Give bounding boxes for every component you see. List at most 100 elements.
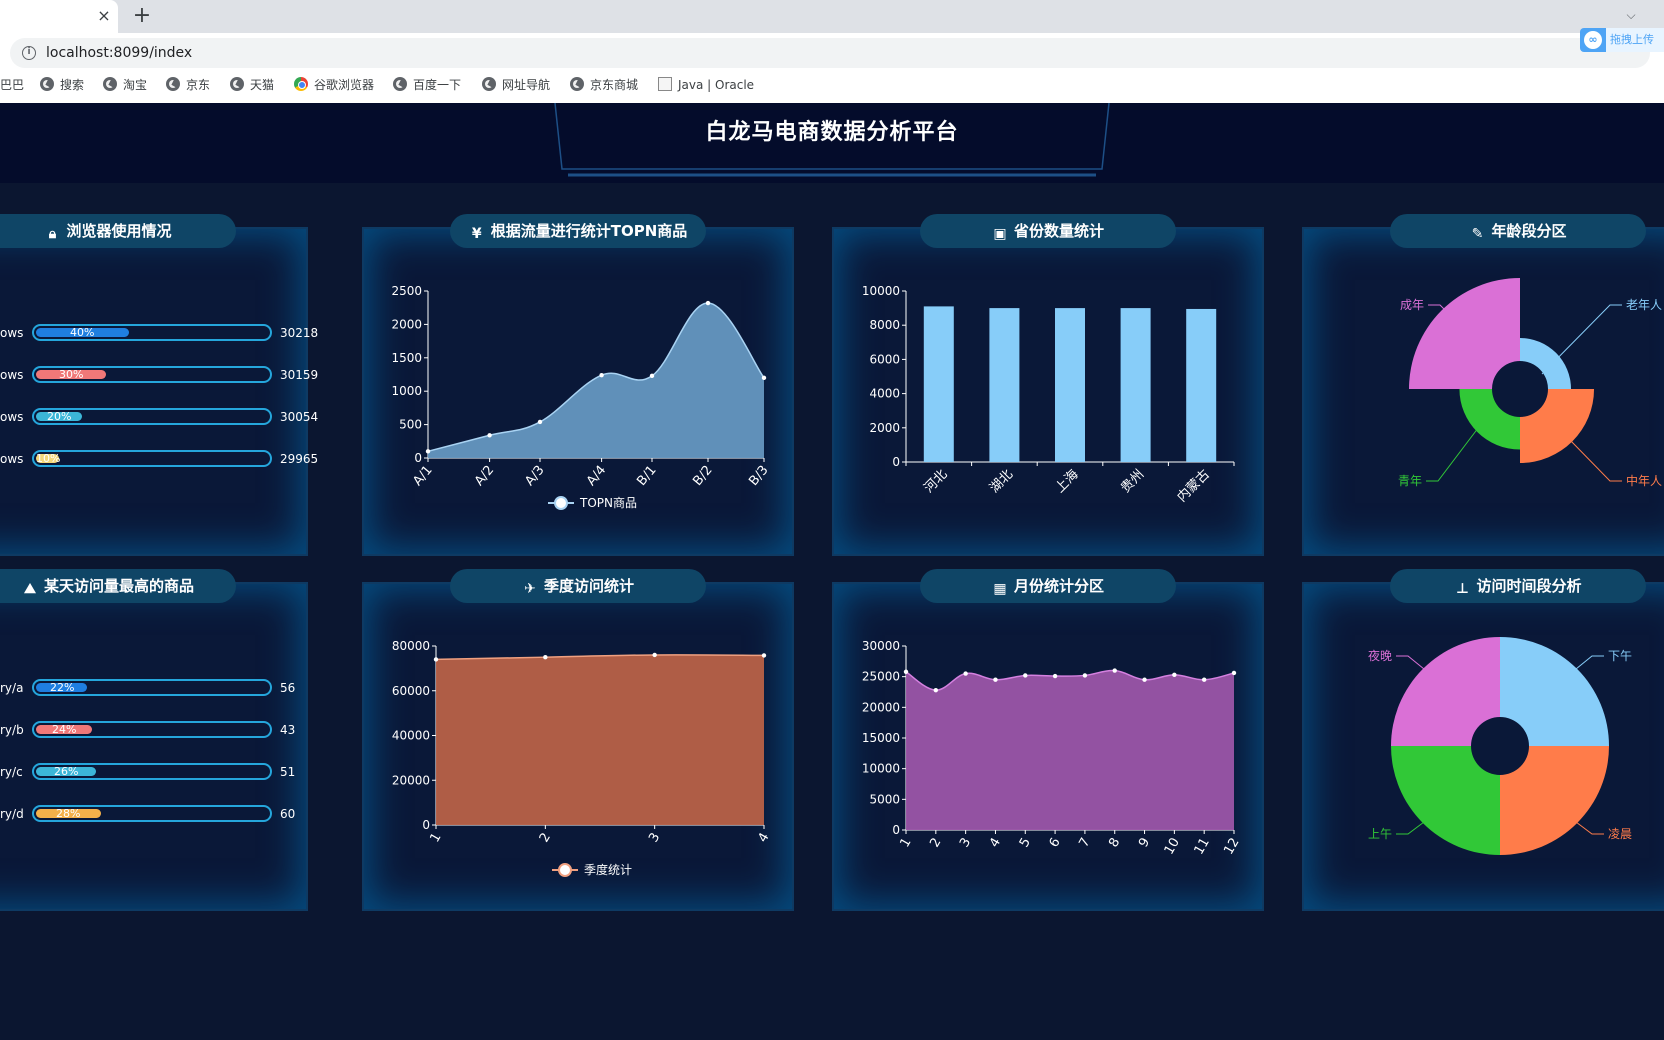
bookmark-label: 京东 [186, 78, 211, 92]
progress-value: 51 [280, 765, 296, 779]
new-tab-icon[interactable]: + [130, 4, 154, 28]
panel-head-browser-usage: 🔒︎ 浏览器使用情况 [0, 214, 236, 248]
site-info-icon[interactable]: i [22, 46, 36, 60]
area-fill [906, 670, 1234, 830]
bookmark-item[interactable]: 网址导航 [482, 76, 550, 94]
progress-value: 56 [280, 681, 296, 695]
globe-icon [230, 77, 244, 91]
bar [1055, 308, 1085, 462]
x-tick-label: A/3 [522, 463, 547, 489]
bookmark-item[interactable]: 百度一下 [393, 76, 461, 94]
globe-icon [482, 77, 496, 91]
label-leader-line [1568, 438, 1622, 482]
data-point [599, 372, 604, 378]
bookmark-item[interactable]: 淘宝 [103, 76, 147, 94]
x-tick-label: 11 [1192, 836, 1213, 858]
data-point [537, 419, 543, 425]
x-tick-label: 9 [1136, 836, 1153, 851]
panel-title: 访问时间段分析 [1476, 577, 1582, 595]
data-point [933, 687, 939, 693]
data-point [1201, 677, 1207, 682]
label-leader-line [1575, 655, 1604, 670]
data-point [543, 654, 548, 660]
url-path: :8099/index [108, 45, 193, 61]
bookmark-item[interactable]: 巴巴 [0, 76, 24, 94]
x-tick-label: 4 [756, 831, 773, 846]
y-tick-label: 2500 [391, 284, 422, 298]
upload-extension-badge[interactable]: ∞ 拖拽上传 [1580, 28, 1664, 52]
panel-title: 月份统计分区 [1013, 577, 1104, 595]
progress-label: ry/d [0, 807, 24, 821]
panel-time: 下午 凌晨 上午 夜晚 [1302, 582, 1664, 911]
progress-percent: 10% [36, 452, 61, 465]
pie-slice [1391, 746, 1500, 855]
upload-extension-label: 拖拽上传 [1606, 28, 1664, 52]
bookmark-label: Java | Oracle [678, 78, 755, 92]
label-leader-line [1575, 821, 1604, 835]
progress-label: ows [0, 326, 24, 340]
progress-row: ry/a 22% 56 [0, 678, 320, 698]
y-tick-label: 0 [892, 823, 900, 837]
progress-percent: 30% [59, 368, 84, 381]
y-tick-label: 10000 [862, 762, 900, 776]
y-tick-label: 30000 [862, 639, 900, 653]
area-fill [428, 303, 764, 458]
bookmark-item[interactable]: 天猫 [230, 76, 274, 94]
progress-percent: 24% [52, 723, 77, 736]
dove-icon: ✈ [524, 581, 536, 597]
x-tick-label: 7 [1076, 836, 1093, 851]
legend-marker [558, 863, 572, 877]
label-leader-line [1396, 655, 1425, 670]
bookmark-item[interactable]: 谷歌浏览器 [294, 76, 374, 94]
tab-close-icon[interactable]: × [94, 6, 114, 26]
url-text[interactable]: localhost:8099/index [46, 43, 192, 63]
bookmark-label: 百度一下 [413, 78, 462, 92]
data-point [1112, 668, 1117, 673]
area-fill [436, 654, 764, 825]
globe-icon [103, 77, 117, 91]
progress-value: 30054 [280, 410, 319, 424]
bookmark-item[interactable]: Java | Oracle [658, 76, 754, 94]
pie-slice [1520, 389, 1595, 464]
y-tick-label: 60000 [392, 684, 430, 698]
data-point [1052, 673, 1058, 679]
panel-head-province: ▣ 省份数量统计 [920, 214, 1176, 248]
x-tick-label: B/3 [746, 463, 771, 489]
bookmark-item[interactable]: 京东 [166, 76, 210, 94]
bookmark-item[interactable]: 搜索 [40, 76, 84, 94]
slice-label: 夜晚 [1368, 648, 1392, 663]
panel-day-top: ry/a 22% 56 ry/b 24% 43 ry/c 26% 51 ry/d 28% 60 [0, 582, 308, 911]
panel-browser-usage: ows 40% 30218 ows 30% 30159 ows 20% 30054 ows 10% 2… [0, 227, 318, 556]
progress-track: 20% [32, 408, 272, 425]
tab-strip: × + ⌵ [0, 0, 1664, 33]
progress-percent: 20% [47, 410, 72, 423]
data-point [487, 433, 492, 438]
pie-slice [1500, 746, 1609, 855]
bookmark-label: 网址导航 [502, 78, 551, 92]
bookmark-item[interactable]: 京东商城 [570, 76, 638, 94]
progress-value: 30218 [280, 326, 319, 340]
active-tab[interactable]: × [0, 0, 118, 33]
progress-label: ows [0, 368, 24, 382]
progress-percent: 40% [70, 326, 95, 339]
y-tick-label: 15000 [862, 731, 900, 745]
data-point [1231, 670, 1237, 676]
pie-slice [1520, 337, 1572, 389]
url-host: localhost [46, 45, 109, 61]
progress-row: ry/b 24% 43 [0, 720, 320, 740]
x-tick-label: 4 [987, 836, 1004, 851]
tab-search-chevron-icon[interactable]: ⌵ [1620, 4, 1642, 26]
progress-track: 22% [32, 679, 272, 696]
progress-track: 40% [32, 324, 272, 341]
x-tick-label: B/1 [634, 463, 659, 489]
progress-label: ows [0, 452, 24, 466]
bag-icon: ▣ [993, 226, 1007, 242]
y-tick-label: 1000 [391, 384, 422, 398]
data-point [1023, 673, 1028, 678]
bookmark-label: 谷歌浏览器 [314, 78, 375, 92]
address-bar[interactable]: i localhost:8099/index [10, 38, 1650, 68]
browser-usage-list: ows 40% 30218 ows 30% 30159 ows 20% 30054 ows 10% 2… [0, 323, 320, 473]
panel-title: 某天访问量最高的商品 [43, 577, 194, 595]
progress-track: 24% [32, 721, 272, 738]
bar [1186, 308, 1217, 462]
